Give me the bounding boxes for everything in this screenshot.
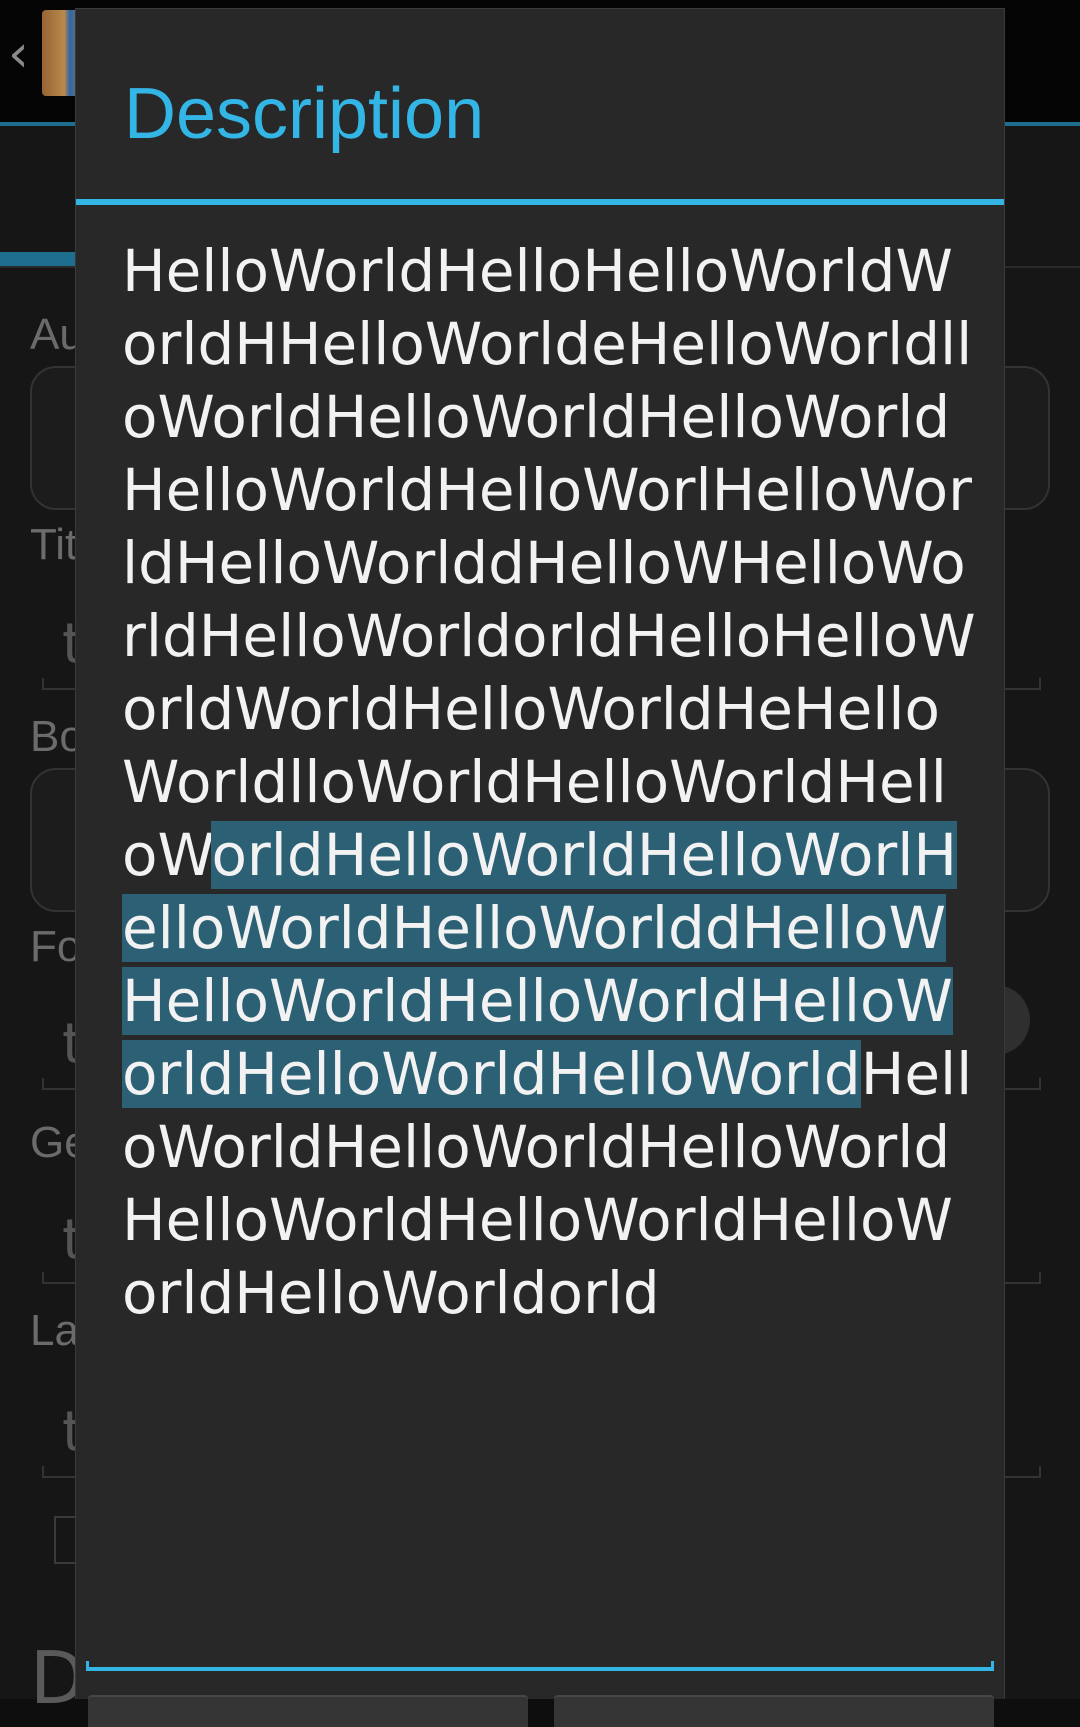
description-text-field[interactable]: HelloWorldHelloHelloWorldWorldHHelloWorl… — [86, 205, 994, 1671]
title-label: Tit — [30, 520, 78, 569]
ok-button[interactable] — [554, 1695, 994, 1727]
cancel-button[interactable] — [88, 1695, 528, 1727]
dialog-title: Description — [124, 74, 485, 154]
format-label: Fo — [30, 922, 82, 971]
description-dialog: Description HelloWorldHelloHelloWorldWor… — [75, 8, 1005, 1727]
text-field-underline — [86, 1661, 994, 1671]
selected-text[interactable]: orldHelloWorldHelloWorlHelloWorldHelloWo… — [122, 821, 957, 1108]
text-before-selection: HelloWorldHelloHelloWorldWorldHHelloWorl… — [122, 237, 976, 889]
chevron-left-icon[interactable]: ‹ — [8, 28, 29, 80]
language-label: La — [30, 1306, 79, 1355]
description-text[interactable]: HelloWorldHelloHelloWorldWorldHHelloWorl… — [122, 235, 982, 1330]
